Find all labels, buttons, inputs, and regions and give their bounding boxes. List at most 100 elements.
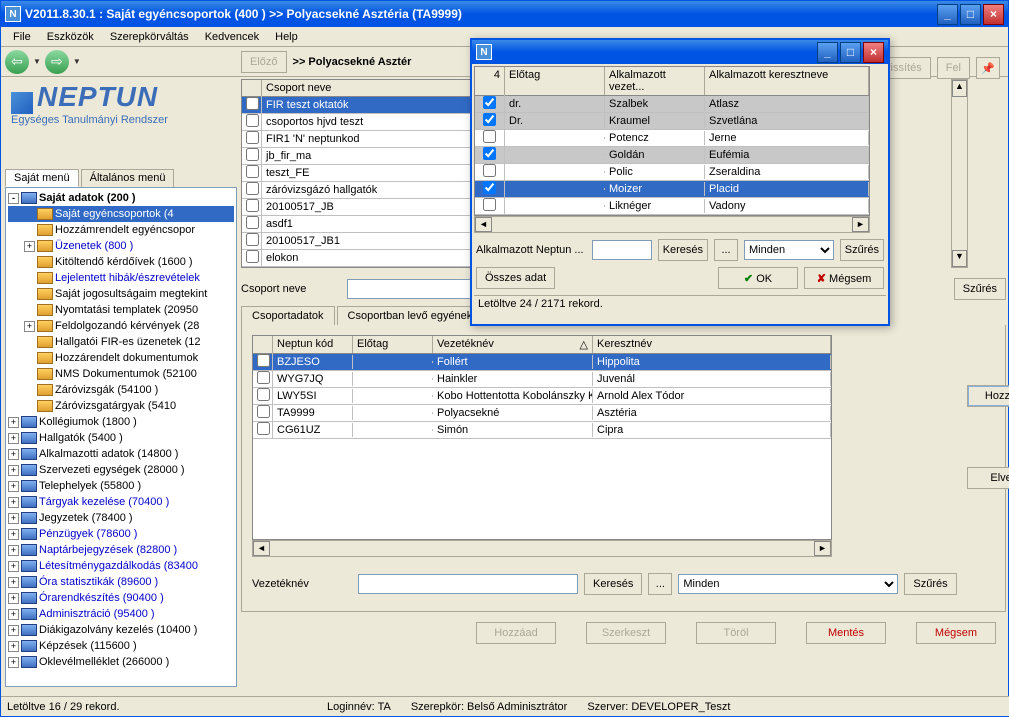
popup-row[interactable]: Dr.KraumelSzvetlána bbox=[475, 113, 869, 130]
user-grid-hscroll[interactable]: ◄ ► bbox=[252, 540, 832, 557]
tree-item[interactable]: Lejelentett hibák/észrevételek bbox=[8, 270, 234, 286]
bottom-filter-combo[interactable]: Minden bbox=[678, 574, 898, 594]
popup-minimize-button[interactable]: _ bbox=[817, 42, 838, 63]
user-row[interactable]: LWY5SIKobo Hottentotta Kobolánszky KolAr… bbox=[253, 388, 831, 405]
row-checkbox[interactable] bbox=[483, 113, 496, 126]
tree-item[interactable]: +Szervezeti egységek (28000 ) bbox=[8, 462, 234, 478]
popup-grid[interactable]: 4 Előtag Alkalmazott vezet... Alkalmazot… bbox=[474, 66, 870, 216]
menu-favorites[interactable]: Kedvencek bbox=[197, 29, 267, 45]
row-checkbox[interactable] bbox=[246, 216, 259, 229]
add-user-button[interactable]: Hozzáad bbox=[967, 385, 1009, 407]
tree-item[interactable]: +Kollégiumok (1800 ) bbox=[8, 414, 234, 430]
form-delete-button[interactable]: Töröl bbox=[696, 622, 776, 644]
tree-item[interactable]: +Képzések (115600 ) bbox=[8, 638, 234, 654]
top-grid-vscroll[interactable]: ▲ ▼ bbox=[951, 79, 968, 268]
user-row[interactable]: BZJESOFollértHippolita bbox=[253, 354, 831, 371]
popup-search-button[interactable]: Keresés bbox=[658, 239, 708, 261]
row-checkbox[interactable] bbox=[483, 96, 496, 109]
row-checkbox[interactable] bbox=[257, 354, 270, 367]
bottom-scope-button[interactable]: Szűrés bbox=[904, 573, 956, 595]
tree-item[interactable]: -Saját adatok (200 ) bbox=[8, 190, 234, 206]
row-checkbox[interactable] bbox=[257, 371, 270, 384]
user-grid-header-pre[interactable]: Előtag bbox=[353, 336, 433, 353]
tree-item[interactable]: +Hallgatók (5400 ) bbox=[8, 430, 234, 446]
tree-item[interactable]: +Diákigazolvány kezelés (10400 ) bbox=[8, 622, 234, 638]
expander-icon[interactable]: + bbox=[8, 545, 19, 556]
expander-icon[interactable]: + bbox=[8, 641, 19, 652]
popup-ok-button[interactable]: ✔ OK bbox=[718, 267, 798, 289]
tab-group-data[interactable]: Csoportadatok bbox=[241, 306, 335, 325]
row-checkbox[interactable] bbox=[246, 199, 259, 212]
popup-header-first[interactable]: Alkalmazott keresztneve bbox=[705, 67, 869, 95]
tree-item[interactable]: Saját jogosultságaim megtekint bbox=[8, 286, 234, 302]
prev-button[interactable]: Előző bbox=[241, 51, 287, 73]
expander-icon[interactable]: + bbox=[8, 417, 19, 428]
row-checkbox[interactable] bbox=[246, 114, 259, 127]
expander-icon[interactable]: + bbox=[8, 449, 19, 460]
expander-icon[interactable]: + bbox=[8, 657, 19, 668]
expander-icon[interactable]: + bbox=[8, 497, 19, 508]
popup-all-data-button[interactable]: Összes adat bbox=[476, 267, 555, 289]
popup-dots-button[interactable]: ... bbox=[714, 239, 738, 261]
expander-icon[interactable]: + bbox=[24, 241, 35, 252]
popup-row[interactable]: dr.SzalbekAtlasz bbox=[475, 96, 869, 113]
expander-icon[interactable]: + bbox=[8, 609, 19, 620]
tree-item[interactable]: +Telephelyek (55800 ) bbox=[8, 478, 234, 494]
tree-item[interactable]: Hozzámrendelt egyéncsopor bbox=[8, 222, 234, 238]
user-row[interactable]: TA9999PolyacseknéAsztéria bbox=[253, 405, 831, 422]
expander-icon[interactable]: + bbox=[8, 465, 19, 476]
row-checkbox[interactable] bbox=[483, 198, 496, 211]
popup-scroll-right-icon[interactable]: ► bbox=[852, 217, 869, 232]
tree-item[interactable]: +Feldolgozandó kérvények (28 bbox=[8, 318, 234, 334]
nav-back-button[interactable]: ⇦ bbox=[5, 50, 29, 74]
maximize-button[interactable]: □ bbox=[960, 4, 981, 25]
expander-icon[interactable]: + bbox=[8, 625, 19, 636]
tree-item[interactable]: NMS Dokumentumok (52100 bbox=[8, 366, 234, 382]
tab-general-menu[interactable]: Általános menü bbox=[81, 169, 175, 187]
popup-row[interactable]: LiknégerVadony bbox=[475, 198, 869, 215]
tree-item[interactable]: Saját egyéncsoportok (4 bbox=[8, 206, 234, 222]
nav-back-dropdown[interactable]: ▼ bbox=[33, 57, 41, 66]
row-checkbox[interactable] bbox=[483, 164, 496, 177]
scroll-down-icon[interactable]: ▼ bbox=[952, 250, 967, 267]
tree-item[interactable]: +Jegyzetek (78400 ) bbox=[8, 510, 234, 526]
bottom-dots-button[interactable]: ... bbox=[648, 573, 672, 595]
tree-item[interactable]: +Oklevélmelléklet (266000 ) bbox=[8, 654, 234, 670]
user-grid-header-first[interactable]: Keresztnév bbox=[593, 336, 831, 353]
row-checkbox[interactable] bbox=[246, 97, 259, 110]
menu-tools[interactable]: Eszközök bbox=[39, 29, 102, 45]
scroll-right-icon[interactable]: ► bbox=[814, 541, 831, 556]
popup-row[interactable]: PolicZseraldina bbox=[475, 164, 869, 181]
row-checkbox[interactable] bbox=[257, 405, 270, 418]
popup-row[interactable]: PotenczJerne bbox=[475, 130, 869, 147]
expander-icon[interactable]: + bbox=[24, 321, 35, 332]
expander-icon[interactable]: + bbox=[8, 513, 19, 524]
row-checkbox[interactable] bbox=[246, 165, 259, 178]
scroll-up-icon[interactable]: ▲ bbox=[952, 80, 967, 97]
popup-close-button[interactable]: × bbox=[863, 42, 884, 63]
row-checkbox[interactable] bbox=[483, 130, 496, 143]
tree-item[interactable]: +Tárgyak kezelése (70400 ) bbox=[8, 494, 234, 510]
row-checkbox[interactable] bbox=[246, 182, 259, 195]
tree-item[interactable]: +Óra statisztikák (89600 ) bbox=[8, 574, 234, 590]
menu-roleswitch[interactable]: Szerepkörváltás bbox=[102, 29, 197, 45]
popup-header-last[interactable]: Alkalmazott vezet... bbox=[605, 67, 705, 95]
pin-button[interactable] bbox=[976, 57, 1000, 79]
row-checkbox[interactable] bbox=[246, 148, 259, 161]
tree-item[interactable]: Nyomtatási templatek (20950 bbox=[8, 302, 234, 318]
popup-hscroll[interactable]: ◄ ► bbox=[474, 216, 870, 233]
expander-icon[interactable]: - bbox=[8, 193, 19, 204]
up-button[interactable]: Fel bbox=[937, 57, 970, 79]
tree-item[interactable]: +Adminisztráció (95400 ) bbox=[8, 606, 234, 622]
expander-icon[interactable]: + bbox=[8, 433, 19, 444]
user-row[interactable]: CG61UZSimónCipra bbox=[253, 422, 831, 439]
tree[interactable]: -Saját adatok (200 )Saját egyéncsoportok… bbox=[6, 188, 236, 672]
popup-row[interactable]: GoldánEufémia bbox=[475, 147, 869, 164]
popup-titlebar[interactable]: N _ □ × bbox=[472, 40, 888, 64]
close-button[interactable]: × bbox=[983, 4, 1004, 25]
tab-own-menu[interactable]: Saját menü bbox=[5, 169, 79, 187]
popup-scroll-left-icon[interactable]: ◄ bbox=[475, 217, 492, 232]
menu-file[interactable]: File bbox=[5, 29, 39, 45]
tree-item[interactable]: +Pénzügyek (78600 ) bbox=[8, 526, 234, 542]
row-checkbox[interactable] bbox=[257, 388, 270, 401]
